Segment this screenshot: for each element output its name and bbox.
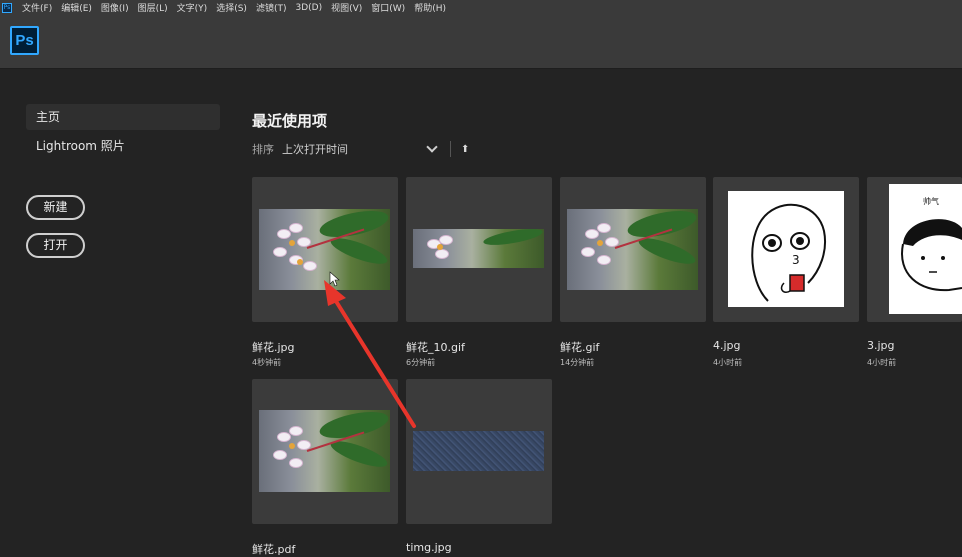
home-sidebar: 主页 Lightroom 照片 新建 打开 bbox=[0, 70, 232, 552]
recent-file-card[interactable] bbox=[406, 379, 552, 524]
file-name[interactable]: 3.jpg bbox=[867, 339, 895, 352]
chevron-down-icon[interactable] bbox=[426, 141, 438, 153]
menu-help[interactable]: 帮助(H) bbox=[414, 1, 446, 14]
menu-filter[interactable]: 滤镜(T) bbox=[256, 1, 287, 14]
recent-file-card[interactable] bbox=[560, 177, 706, 322]
sort-dropdown[interactable]: 上次打开时间 bbox=[282, 141, 442, 157]
file-time: 14分钟前 bbox=[560, 358, 595, 367]
sort-value: 上次打开时间 bbox=[282, 143, 348, 156]
recent-file-card[interactable] bbox=[406, 177, 552, 322]
menu-bar: Ps 文件(F) 编辑(E) 图像(I) 图层(L) 文字(Y) 选择(S) 滤… bbox=[0, 0, 962, 15]
file-time: 4小时前 bbox=[713, 358, 743, 367]
file-name[interactable]: timg.jpg bbox=[406, 541, 452, 554]
file-name[interactable]: 鲜花.gif bbox=[560, 339, 599, 355]
file-name[interactable]: 鲜花_10.gif bbox=[406, 339, 465, 355]
menu-edit[interactable]: 编辑(E) bbox=[61, 1, 92, 14]
file-name[interactable]: 鲜花.pdf bbox=[252, 541, 295, 557]
recent-file-card[interactable] bbox=[252, 379, 398, 524]
menu-3d[interactable]: 3D(D) bbox=[295, 3, 322, 13]
photoshop-app-icon[interactable]: Ps bbox=[2, 2, 12, 13]
file-time: 4小时前 bbox=[867, 358, 897, 367]
menu-select[interactable]: 选择(S) bbox=[216, 1, 247, 14]
file-name[interactable]: 鲜花.jpg bbox=[252, 339, 295, 355]
file-time: 4秒钟前 bbox=[252, 358, 282, 367]
sidebar-item-home[interactable]: 主页 bbox=[26, 104, 220, 130]
file-thumbnail bbox=[413, 229, 544, 268]
file-thumbnail bbox=[259, 410, 390, 492]
app-header: Ps bbox=[0, 15, 962, 69]
arrow-up-icon[interactable]: ⬆ bbox=[461, 144, 469, 155]
file-thumbnail bbox=[413, 431, 544, 471]
photoshop-logo[interactable]: Ps bbox=[10, 26, 39, 55]
file-name[interactable]: 4.jpg bbox=[713, 339, 741, 352]
cartoon-number: 3 bbox=[792, 253, 800, 267]
menu-window[interactable]: 窗口(W) bbox=[371, 1, 405, 14]
file-thumbnail bbox=[259, 209, 390, 290]
new-button[interactable]: 新建 bbox=[26, 195, 85, 220]
recent-file-card[interactable] bbox=[252, 177, 398, 322]
menu-layer[interactable]: 图层(L) bbox=[138, 1, 168, 14]
menu-view[interactable]: 视图(V) bbox=[331, 1, 362, 14]
file-time: 6分钟前 bbox=[406, 358, 436, 367]
cartoon-caption: 帅气 bbox=[923, 197, 939, 206]
open-button[interactable]: 打开 bbox=[26, 233, 85, 258]
menu-image[interactable]: 图像(I) bbox=[101, 1, 129, 14]
recent-file-card[interactable]: 3 bbox=[713, 177, 859, 322]
page-title: 最近使用项 bbox=[252, 112, 328, 130]
sort-label: 排序 bbox=[252, 143, 274, 156]
divider bbox=[450, 141, 451, 157]
menu-type[interactable]: 文字(Y) bbox=[177, 1, 208, 14]
menu-file[interactable]: 文件(F) bbox=[22, 1, 52, 14]
sidebar-item-lightroom[interactable]: Lightroom 照片 bbox=[26, 133, 220, 159]
file-thumbnail: 帅气 bbox=[889, 184, 962, 314]
sort-controls: 排序 上次打开时间 ⬆ bbox=[252, 140, 469, 158]
recent-file-card[interactable]: 帅气 bbox=[867, 177, 962, 322]
file-thumbnail: 3 bbox=[728, 191, 844, 307]
file-thumbnail bbox=[567, 209, 698, 290]
